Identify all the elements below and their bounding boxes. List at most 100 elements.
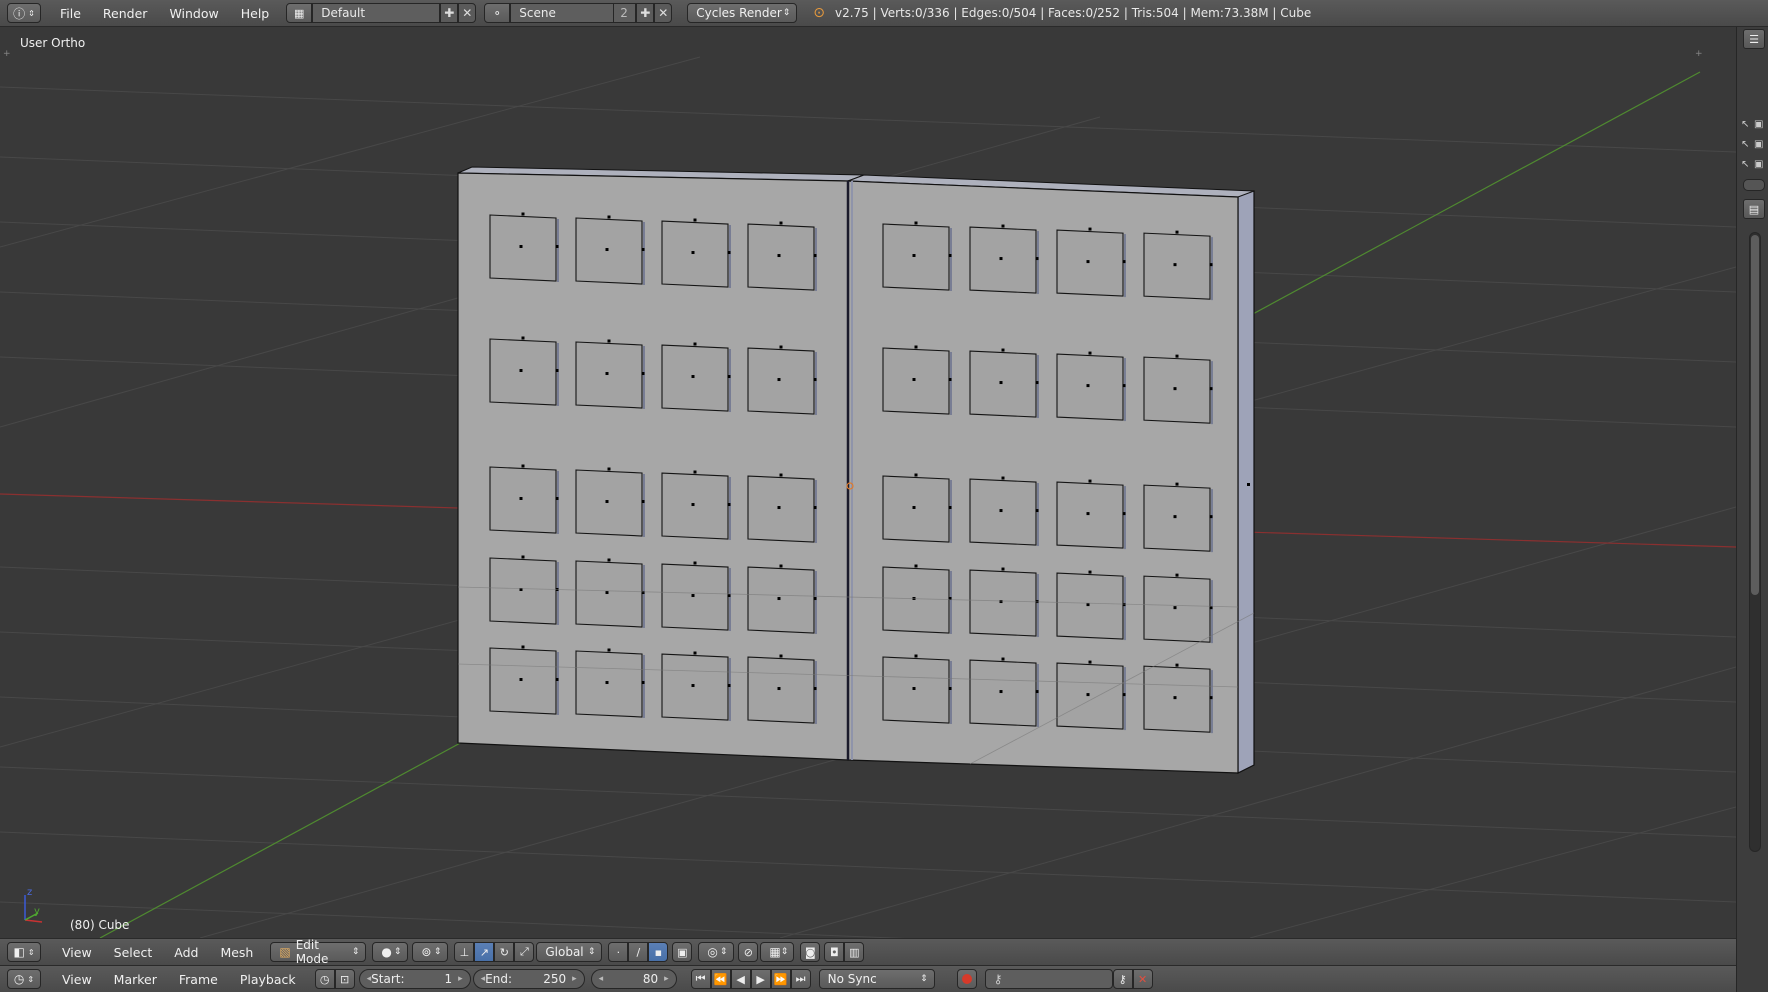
render-still-button[interactable]: ◘ xyxy=(824,942,845,962)
pointer-icon[interactable]: ↖ xyxy=(1741,159,1753,171)
sync-mode-dropdown[interactable]: No Sync ⇕ xyxy=(818,969,935,989)
pointer-icon[interactable]: ↖ xyxy=(1741,139,1753,151)
menu-help[interactable]: Help xyxy=(230,6,281,21)
camera-icon[interactable]: ▣ xyxy=(1754,139,1766,151)
manipulator-toggle-button[interactable]: ⊥ xyxy=(454,942,475,962)
menu-frame[interactable]: Frame xyxy=(168,972,229,987)
chevron-right-icon[interactable]: ▸ xyxy=(664,974,669,984)
menu-render[interactable]: Render xyxy=(92,6,159,21)
scene-field[interactable]: Scene xyxy=(510,3,615,23)
menu-add[interactable]: Add xyxy=(163,945,209,960)
properties-scrollbar[interactable] xyxy=(1749,232,1761,852)
pointer-icon[interactable]: ↖ xyxy=(1741,119,1753,131)
menu-playback[interactable]: Playback xyxy=(229,972,307,987)
jump-start-button[interactable]: ⏮ xyxy=(690,969,711,989)
menu-mesh[interactable]: Mesh xyxy=(209,945,264,960)
mesh-vertex-dot xyxy=(727,594,731,598)
render-engine-label: Cycles Render xyxy=(696,6,782,20)
mesh-vertex-dot xyxy=(1035,381,1039,385)
mode-dropdown[interactable]: ▧ Edit Mode ⇕ xyxy=(270,938,367,966)
cube-mesh[interactable] xyxy=(457,166,1255,774)
scrollbar-thumb[interactable] xyxy=(1751,235,1759,595)
chevron-right-icon[interactable]: ▸ xyxy=(572,974,577,984)
toggle-switch[interactable] xyxy=(1743,179,1765,191)
insert-keyframe-button[interactable]: ⚷ xyxy=(1112,969,1133,989)
play-reverse-button[interactable]: ◀ xyxy=(730,969,751,989)
screen-layout-icon[interactable]: ▦ xyxy=(286,3,313,23)
menu-file[interactable]: File xyxy=(49,6,92,21)
jump-keyframe-forward-button[interactable]: ⏩ xyxy=(770,969,791,989)
menu-marker[interactable]: Marker xyxy=(103,972,168,987)
menu-view[interactable]: View xyxy=(51,972,103,987)
menu-select[interactable]: Select xyxy=(103,945,164,960)
mesh-vertex-dot xyxy=(999,257,1003,261)
opengl-render-button[interactable]: ◙ xyxy=(800,942,821,962)
mesh-vertex-dot xyxy=(693,342,697,346)
chevron-right-icon[interactable]: ▸ xyxy=(458,974,463,984)
scene-icon[interactable]: ⚬ xyxy=(484,3,511,23)
window-cutout xyxy=(575,341,643,409)
chevron-updown-icon: ⇕ xyxy=(780,947,789,957)
snap-element-dropdown[interactable]: ▦ ⇕ xyxy=(760,942,795,962)
3d-viewport[interactable]: + + z y User Ortho (80) Cube xyxy=(0,27,1736,938)
lock-range-button[interactable]: ⊡ xyxy=(334,969,355,989)
viewport-canvas[interactable]: + + z y xyxy=(0,27,1736,938)
corner-plus-left[interactable]: + xyxy=(3,49,11,59)
snap-toggle-button[interactable]: ⊘ xyxy=(738,942,759,962)
timeline-header: ◷ ⇕ View Marker Frame Playback ◷ ⊡ ◂ Star… xyxy=(0,965,1736,992)
camera-icon[interactable]: ▣ xyxy=(1754,159,1766,171)
editor-type-button[interactable]: ◧ ⇕ xyxy=(7,942,41,962)
current-frame-field[interactable]: ◂ 80 ▸ xyxy=(590,969,677,989)
mesh-vertex-dot xyxy=(607,558,611,562)
mesh-vertex-dot xyxy=(1086,384,1090,388)
remove-screen-button[interactable]: ✕ xyxy=(458,3,477,23)
editor-type-button[interactable]: ⓘ ⇕ xyxy=(7,3,41,23)
viewport-shading-dropdown[interactable]: ● ⇕ xyxy=(372,942,409,962)
info-menu: File Render Window Help xyxy=(49,6,280,21)
mesh-vertex-dot xyxy=(641,500,645,504)
add-screen-button[interactable]: ✚ xyxy=(440,3,459,23)
keying-set-field[interactable]: ⚷ xyxy=(984,969,1113,989)
translate-manipulator-button[interactable]: ↗ xyxy=(474,942,495,962)
render-engine-dropdown[interactable]: Cycles Render ⇕ xyxy=(687,3,798,23)
menu-window[interactable]: Window xyxy=(158,6,229,21)
outliner-editor-button[interactable]: ☰ xyxy=(1743,29,1765,49)
render-animation-button[interactable]: ▥ xyxy=(844,942,865,962)
vertex-select-button[interactable]: · xyxy=(608,942,629,962)
menu-view[interactable]: View xyxy=(51,945,103,960)
camera-icon[interactable]: ▣ xyxy=(1754,119,1766,131)
proportional-edit-dropdown[interactable]: ◎ ⇕ xyxy=(698,942,735,962)
properties-icon: ▤ xyxy=(1748,202,1760,216)
pivot-point-dropdown[interactable]: ⊚ ⇕ xyxy=(412,942,449,962)
start-frame-field[interactable]: ◂ Start: 1 ▸ xyxy=(358,969,471,989)
mesh-vertex-dot xyxy=(1175,663,1179,667)
mesh-vertex-dot xyxy=(1001,476,1005,480)
screen-layout-field[interactable]: Default xyxy=(312,3,441,23)
scale-icon: ⤢ xyxy=(519,945,529,958)
auto-keyframe-button[interactable] xyxy=(956,969,977,989)
scale-manipulator-button[interactable]: ⤢ xyxy=(514,942,535,962)
editor-type-button[interactable]: ◷ ⇕ xyxy=(7,969,41,989)
chevron-left-icon[interactable]: ◂ xyxy=(599,974,604,984)
transform-orientation-dropdown[interactable]: Global ⇕ xyxy=(536,942,603,962)
face-select-button[interactable]: ▪ xyxy=(648,942,669,962)
mesh-vertex-dot xyxy=(999,600,1003,604)
properties-editor-button[interactable]: ▤ xyxy=(1743,199,1765,219)
add-scene-button[interactable]: ✚ xyxy=(636,3,655,23)
corner-plus-right[interactable]: + xyxy=(1695,49,1703,59)
play-button[interactable]: ▶ xyxy=(750,969,771,989)
mesh-vertex-dot xyxy=(1209,263,1213,267)
jump-end-button[interactable]: ⏭ xyxy=(790,969,811,989)
rotate-manipulator-button[interactable]: ↻ xyxy=(494,942,515,962)
mesh-vertex-dot xyxy=(779,345,783,349)
mesh-vertex-dot xyxy=(1175,573,1179,577)
mesh-vertex-dot xyxy=(1209,696,1213,700)
preview-range-button[interactable]: ◷ xyxy=(314,969,335,989)
delete-keyframe-button[interactable]: ✕ xyxy=(1132,969,1153,989)
end-frame-field[interactable]: ◂ End: 250 ▸ xyxy=(472,969,585,989)
edge-select-button[interactable]: / xyxy=(628,942,649,962)
mesh-vertex-dot xyxy=(948,254,952,257)
limit-selection-button[interactable]: ▣ xyxy=(672,942,693,962)
jump-keyframe-back-button[interactable]: ⏪ xyxy=(710,969,731,989)
remove-scene-button[interactable]: ✕ xyxy=(654,3,673,23)
